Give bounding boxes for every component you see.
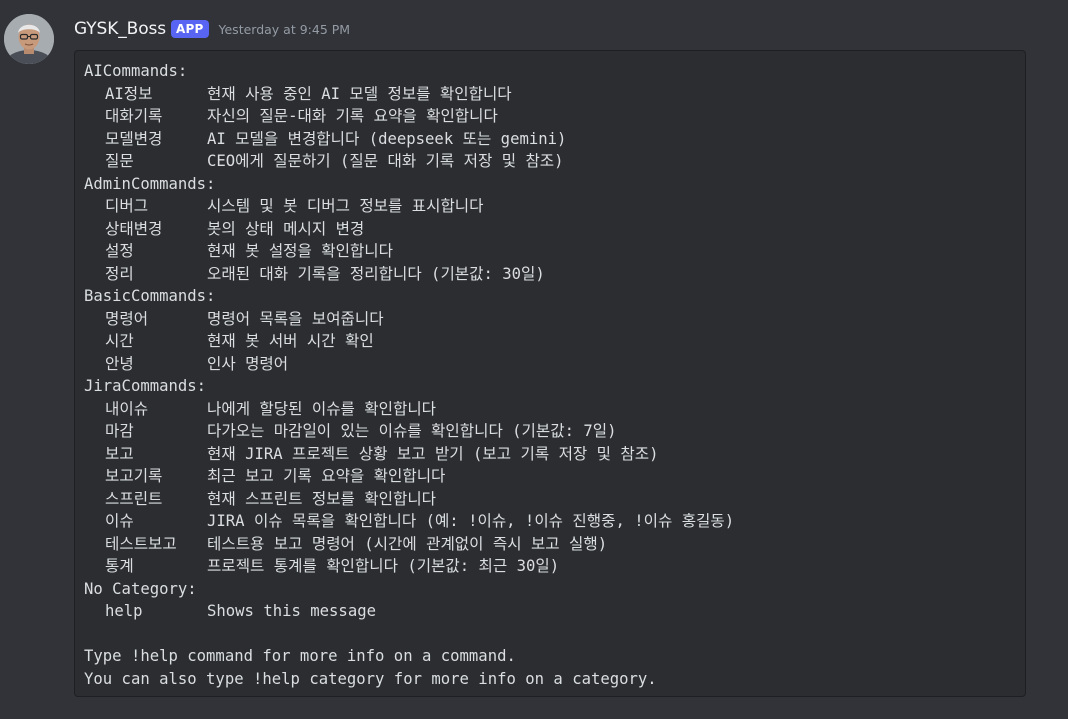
command-description: JIRA 이슈 목록을 확인합니다 (예: !이슈, !이슈 진행중, !이슈 …: [207, 512, 735, 530]
command-name: help: [105, 602, 143, 620]
command-name: 명령어: [105, 309, 149, 328]
section-title-admin: AdminCommands:: [84, 174, 216, 193]
avatar-person-icon: [4, 14, 54, 64]
message-header: GYSK_Boss APP Yesterday at 9:45 PM: [74, 17, 350, 41]
timestamp[interactable]: Yesterday at 9:45 PM: [219, 22, 351, 37]
command-name: 정리: [105, 264, 134, 283]
help-codeblock: AICommands: AI정보 현재 사용 중인 AI 모델 정보를 확인합니다…: [74, 50, 1026, 697]
command-row: 정리 오래된 대화 기록을 정리합니다 (기본값: 30일): [84, 263, 1016, 286]
section-title-jira: JiraCommands:: [84, 377, 207, 395]
command-name: 질문: [105, 152, 134, 170]
command-description: 현재 스프린트 정보를 확인합니다: [207, 489, 437, 508]
command-name: 통계: [105, 557, 134, 575]
command-row: AI정보 현재 사용 중인 AI 모델 정보를 확인합니다: [84, 83, 1016, 106]
command-name: 디버그: [105, 197, 149, 215]
command-description: 현재 봇 설정을 확인합니다: [207, 242, 393, 260]
section-title-ai: AICommands:: [84, 62, 188, 80]
command-description: 봇의 상태 메시지 변경: [207, 219, 365, 238]
command-row: 테스트보고 테스트용 보고 명령어 (시간에 관계없이 즉시 보고 실행): [84, 533, 1016, 556]
command-name: 내이슈: [105, 399, 149, 418]
command-description: 프로젝트 통계를 확인합니다 (기본값: 최근 30일): [207, 557, 560, 575]
command-description: 현재 사용 중인 AI 모델 정보를 확인합니다: [207, 84, 512, 103]
footer-line: You can also type !help category for mor…: [84, 669, 657, 688]
command-name: 스프린트: [105, 489, 163, 508]
command-description: 테스트용 보고 명령어 (시간에 관계없이 즉시 보고 실행): [207, 534, 608, 553]
command-row: 디버그 시스템 및 봇 디버그 정보를 표시합니다: [84, 195, 1016, 218]
footer-line: Type !help command for more info on a co…: [84, 647, 516, 665]
command-description: 현재 봇 서버 시간 확인: [207, 332, 374, 350]
section-title-basic: BasicCommands:: [84, 287, 216, 305]
command-row: 명령어 명령어 목록을 보여줍니다: [84, 308, 1016, 331]
command-name: 마감: [105, 422, 134, 440]
command-row: 보고기록 최근 보고 기록 요약을 확인합니다: [84, 465, 1016, 488]
command-description: 시스템 및 봇 디버그 정보를 표시합니다: [207, 197, 484, 215]
command-row: help Shows this message: [84, 600, 1016, 623]
command-name: 테스트보고: [105, 534, 177, 553]
command-row: 마감 다가오는 마감일이 있는 이슈를 확인합니다 (기본값: 7일): [84, 420, 1016, 443]
command-description: 오래된 대화 기록을 정리합니다 (기본값: 30일): [207, 264, 545, 283]
command-row: 스프린트 현재 스프린트 정보를 확인합니다: [84, 488, 1016, 511]
avatar[interactable]: [4, 14, 54, 64]
command-name: 시간: [105, 332, 134, 350]
command-name: 설정: [105, 242, 134, 260]
command-name: 상태변경: [105, 219, 163, 238]
command-row: 내이슈 나에게 할당된 이슈를 확인합니다: [84, 398, 1016, 421]
command-row: 시간 현재 봇 서버 시간 확인: [84, 330, 1016, 353]
command-row: 안녕 인사 명령어: [84, 353, 1016, 376]
command-row: 보고 현재 JIRA 프로젝트 상황 보고 받기 (보고 기록 저장 및 참조): [84, 443, 1016, 466]
command-description: 나에게 할당된 이슈를 확인합니다: [207, 399, 437, 418]
command-name: 안녕: [105, 354, 134, 373]
command-name: AI정보: [105, 84, 153, 103]
command-name: 보고: [105, 444, 134, 463]
section-title-no-category: No Category:: [84, 579, 197, 598]
command-row: 설정 현재 봇 설정을 확인합니다: [84, 240, 1016, 263]
command-name: 모델변경: [105, 129, 163, 148]
command-row: 이슈 JIRA 이슈 목록을 확인합니다 (예: !이슈, !이슈 진행중, !이…: [84, 510, 1016, 533]
command-name: 이슈: [105, 512, 134, 530]
username[interactable]: GYSK_Boss: [74, 19, 166, 39]
command-description: AI 모델을 변경합니다 (deepseek 또는 gemini): [207, 129, 567, 148]
command-row: 상태변경 봇의 상태 메시지 변경: [84, 218, 1016, 241]
command-description: 자신의 질문-대화 기록 요약을 확인합니다: [207, 107, 498, 125]
command-name: 보고기록: [105, 467, 163, 485]
app-badge: APP: [171, 20, 209, 38]
command-row: 모델변경 AI 모델을 변경합니다 (deepseek 또는 gemini): [84, 128, 1016, 151]
command-description: 현재 JIRA 프로젝트 상황 보고 받기 (보고 기록 저장 및 참조): [207, 444, 659, 463]
command-description: CEO에게 질문하기 (질문 대화 기록 저장 및 참조): [207, 152, 564, 170]
command-row: 통계 프로젝트 통계를 확인합니다 (기본값: 최근 30일): [84, 555, 1016, 578]
command-description: 명령어 목록을 보여줍니다: [207, 309, 384, 328]
command-description: 최근 보고 기록 요약을 확인합니다: [207, 467, 446, 485]
chat-message: GYSK_Boss APP Yesterday at 9:45 PM AICom…: [0, 0, 1068, 719]
command-description: Shows this message: [207, 602, 376, 620]
command-description: 인사 명령어: [207, 354, 289, 373]
command-name: 대화기록: [105, 107, 163, 125]
command-description: 다가오는 마감일이 있는 이슈를 확인합니다 (기본값: 7일): [207, 422, 617, 440]
command-row: 질문 CEO에게 질문하기 (질문 대화 기록 저장 및 참조): [84, 150, 1016, 173]
command-row: 대화기록 자신의 질문-대화 기록 요약을 확인합니다: [84, 105, 1016, 128]
